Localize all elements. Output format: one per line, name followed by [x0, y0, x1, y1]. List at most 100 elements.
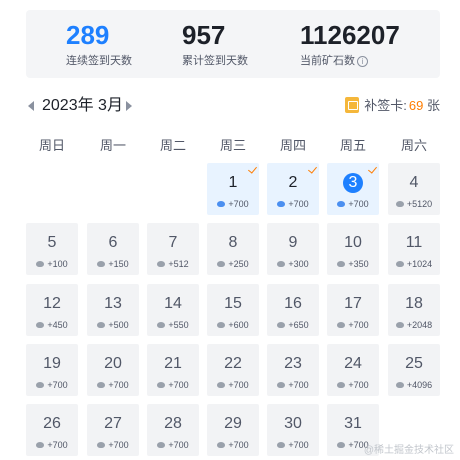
ore-icon	[36, 382, 45, 388]
day-reward-value: +2048	[406, 320, 433, 330]
day-reward-value: +650	[288, 320, 309, 330]
day-number: 10	[344, 234, 362, 251]
day-reward: +250	[207, 258, 259, 270]
calendar-day[interactable]: 11 +1024	[388, 223, 440, 275]
calendar-day[interactable]: 18 +2048	[388, 284, 440, 336]
ore-icon	[217, 442, 226, 448]
day-reward-value: +700	[288, 380, 309, 390]
calendar-day[interactable]: 7 +512	[147, 223, 199, 275]
calendar-day[interactable]: 29 +700	[207, 404, 259, 456]
calendar-day[interactable]: 16 +650	[267, 284, 319, 336]
ore-icon	[36, 261, 45, 267]
day-reward: +700	[327, 198, 379, 210]
day-reward: +4096	[388, 379, 440, 391]
calendar-day[interactable]: 17 +700	[327, 284, 379, 336]
day-reward-value: +4096	[406, 380, 433, 390]
day-reward: +700	[147, 439, 199, 451]
makeup-card[interactable]: 补签卡: 69 张	[345, 96, 440, 118]
info-icon[interactable]: i	[357, 56, 368, 67]
calendar-day[interactable]: 13 +500	[87, 284, 139, 336]
day-reward-value: +700	[168, 380, 189, 390]
calendar-day[interactable]: 27 +700	[87, 404, 139, 456]
stat-streak-label: 连续签到天数	[66, 55, 132, 67]
ore-icon	[337, 442, 346, 448]
day-number: 30	[284, 415, 302, 432]
day-number: 14	[164, 295, 182, 312]
weekday-label: 周日	[38, 138, 65, 153]
day-reward-value: +700	[228, 440, 249, 450]
calendar-day[interactable]: 24 +700	[327, 344, 379, 396]
stat-ore: 1126207 当前矿石数 i	[300, 20, 400, 68]
calendar-day[interactable]: 12 +450	[26, 284, 78, 336]
ore-icon	[337, 322, 346, 328]
day-reward-value: +700	[348, 380, 369, 390]
calendar-day[interactable]: 22 +700	[207, 344, 259, 396]
calendar-day[interactable]: 21 +700	[147, 344, 199, 396]
day-reward-value: +700	[288, 199, 309, 209]
ore-icon	[97, 442, 106, 448]
calendar-day[interactable]: 26 +700	[26, 404, 78, 456]
weekday-label: 周四	[279, 138, 306, 153]
day-number: 2	[288, 174, 298, 191]
calendar-day[interactable]: 3 +700	[327, 163, 379, 215]
chevron-right-icon[interactable]	[126, 101, 132, 111]
ore-icon	[157, 382, 166, 388]
day-number: 6	[108, 234, 118, 251]
calendar-day[interactable]: 15 +600	[207, 284, 259, 336]
day-number: 1	[228, 174, 238, 191]
calendar-day[interactable]: 2 +700	[267, 163, 319, 215]
card-icon	[345, 97, 360, 113]
day-reward-value: +512	[168, 259, 189, 269]
calendar-day[interactable]: 6 +150	[87, 223, 139, 275]
day-reward-value: +700	[168, 440, 189, 450]
day-reward: +550	[147, 319, 199, 331]
stat-ore-label-row: 当前矿石数 i	[300, 52, 400, 68]
calendar-day[interactable]: 23 +700	[267, 344, 319, 396]
calendar-day[interactable]: 20 +700	[87, 344, 139, 396]
day-reward: +700	[327, 379, 379, 391]
day-reward: +5120	[388, 198, 440, 210]
day-reward-value: +100	[47, 259, 68, 269]
makeup-card-label: 补签卡:	[364, 98, 407, 113]
day-number: 12	[43, 295, 61, 312]
ore-icon	[395, 261, 404, 267]
calendar-day[interactable]: 28 +700	[147, 404, 199, 456]
day-number: 23	[284, 355, 302, 372]
day-number: 21	[164, 355, 182, 372]
day-number: 25	[405, 355, 423, 372]
day-reward-value: +700	[348, 199, 369, 209]
weekday-label: 周二	[159, 138, 186, 153]
calendar-day[interactable]: 8 +250	[207, 223, 259, 275]
weekday-label: 周一	[99, 138, 126, 153]
day-reward-value: +250	[228, 259, 249, 269]
calendar-day[interactable]: 30 +700	[267, 404, 319, 456]
day-number: 7	[168, 234, 178, 251]
day-reward: +700	[147, 379, 199, 391]
calendar-day[interactable]: 9 +300	[267, 223, 319, 275]
calendar-day[interactable]: 5 +100	[26, 223, 78, 275]
chevron-left-icon[interactable]	[28, 101, 34, 111]
day-reward: +350	[327, 258, 379, 270]
calendar-day[interactable]: 19 +700	[26, 344, 78, 396]
day-reward-value: +500	[108, 320, 129, 330]
weekday-label: 周六	[400, 138, 427, 153]
month-title: 2023年 3月	[42, 97, 123, 114]
stats-panel: 289 连续签到天数 957 累计签到天数 1126207 当前矿石数 i	[26, 10, 440, 78]
day-number: 3	[343, 173, 363, 193]
day-reward-value: +150	[108, 259, 129, 269]
ore-icon	[337, 382, 346, 388]
day-number: 8	[228, 234, 238, 251]
ore-icon	[157, 442, 166, 448]
ore-icon	[277, 442, 286, 448]
calendar-day[interactable]: 25 +4096	[388, 344, 440, 396]
day-number: 28	[164, 415, 182, 432]
ore-icon	[395, 382, 404, 388]
calendar-day[interactable]: 10 +350	[327, 223, 379, 275]
day-reward-value: +700	[47, 440, 68, 450]
day-reward-value: +350	[348, 259, 369, 269]
calendar-day[interactable]: 1 +700	[207, 163, 259, 215]
calendar-day[interactable]: 4 +5120	[388, 163, 440, 215]
calendar-day[interactable]: 14 +550	[147, 284, 199, 336]
day-number: 18	[405, 295, 423, 312]
day-reward: +700	[327, 319, 379, 331]
